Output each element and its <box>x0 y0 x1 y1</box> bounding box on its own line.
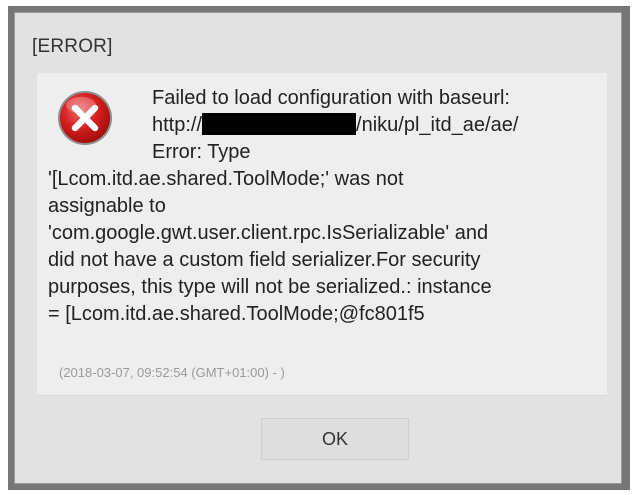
dialog-title: [ERROR] <box>32 36 113 57</box>
ok-button[interactable]: OK <box>261 418 409 460</box>
message-url-line: http:// /niku/pl_itd_ae/ae/ <box>48 112 608 139</box>
message-line: purposes, this type will not be serializ… <box>48 276 492 298</box>
dialog-footer: OK <box>37 396 607 478</box>
url-prefix: http:// <box>152 114 203 136</box>
message-line: Failed to load configuration with baseur… <box>152 87 510 109</box>
url-suffix: /niku/pl_itd_ae/ae/ <box>356 114 519 136</box>
message-line: = [Lcom.itd.ae.shared.ToolMode;@fc801f5 <box>48 303 425 325</box>
error-dialog: [ERROR] Failed to load configuration wit… <box>14 12 622 484</box>
message-line: assignable to <box>48 195 166 217</box>
message-line: '[Lcom.itd.ae.shared.ToolMode;' was not <box>48 168 404 190</box>
dialog-content: Failed to load configuration with baseur… <box>37 73 607 396</box>
message-line: Error: Type <box>152 141 251 163</box>
message-line: 'com.google.gwt.user.client.rpc.IsSerial… <box>48 222 489 244</box>
redacted-block <box>202 113 357 135</box>
error-timestamp: (2018-03-07, 09:52:54 (GMT+01:00) - ) <box>59 365 285 380</box>
message-line: did not have a custom field serializer.F… <box>48 249 481 271</box>
error-message: Failed to load configuration with baseur… <box>48 85 608 328</box>
window-frame: [ERROR] Failed to load configuration wit… <box>8 6 630 490</box>
